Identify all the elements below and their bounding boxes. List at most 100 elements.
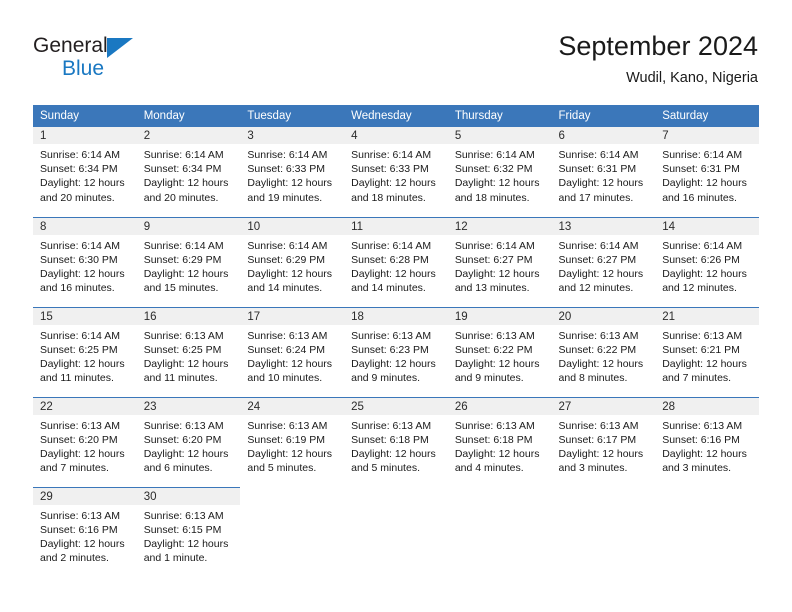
- day-cell[interactable]: 6 Sunrise: 6:14 AM Sunset: 6:31 PM Dayli…: [551, 127, 656, 217]
- sunset-text: Sunset: 6:29 PM: [247, 253, 326, 266]
- day-cell[interactable]: 2 Sunrise: 6:14 AM Sunset: 6:34 PM Dayli…: [136, 127, 241, 217]
- day-details: Sunrise: 6:14 AM Sunset: 6:28 PM Dayligh…: [344, 235, 448, 296]
- day-cell[interactable]: 19 Sunrise: 6:13 AM Sunset: 6:22 PM Dayl…: [447, 306, 552, 397]
- day-details: Sunrise: 6:13 AM Sunset: 6:16 PM Dayligh…: [33, 505, 137, 566]
- day-number: 17: [240, 307, 345, 325]
- day-number: 22: [33, 397, 137, 415]
- day-details: Sunrise: 6:13 AM Sunset: 6:18 PM Dayligh…: [344, 415, 448, 476]
- sunset-text: Sunset: 6:31 PM: [558, 163, 637, 176]
- day-details: Sunrise: 6:13 AM Sunset: 6:25 PM Dayligh…: [137, 325, 241, 386]
- sunset-text: Sunset: 6:31 PM: [662, 163, 740, 176]
- day-cell[interactable]: 5 Sunrise: 6:14 AM Sunset: 6:32 PM Dayli…: [447, 127, 552, 217]
- day-details: Sunrise: 6:13 AM Sunset: 6:24 PM Dayligh…: [240, 325, 344, 386]
- logo-triangle-icon: [107, 38, 133, 58]
- daylight-text: Daylight: 12 hours and 10 minutes.: [247, 357, 333, 385]
- sunrise-text: Sunrise: 6:14 AM: [454, 149, 535, 161]
- sunset-text: Sunset: 6:16 PM: [40, 523, 118, 536]
- day-cell[interactable]: 14 Sunrise: 6:14 AM Sunset: 6:26 PM Dayl…: [655, 216, 759, 307]
- sunrise-text: Sunrise: 6:13 AM: [662, 419, 743, 432]
- sunset-text: Sunset: 6:34 PM: [143, 163, 222, 176]
- day-number: 1: [33, 127, 137, 144]
- sunrise-text: Sunrise: 6:14 AM: [662, 149, 743, 161]
- daylight-text: Daylight: 12 hours and 11 minutes.: [40, 357, 125, 385]
- day-cell[interactable]: 26 Sunrise: 6:13 AM Sunset: 6:18 PM Dayl…: [447, 396, 552, 487]
- daylight-text: Daylight: 12 hours and 17 minutes.: [558, 177, 644, 204]
- sunrise-text: Sunrise: 6:14 AM: [351, 149, 432, 161]
- day-cell[interactable]: 12 Sunrise: 6:14 AM Sunset: 6:27 PM Dayl…: [447, 216, 552, 307]
- sunrise-text: Sunrise: 6:14 AM: [558, 149, 639, 161]
- day-cell[interactable]: 21 Sunrise: 6:13 AM Sunset: 6:21 PM Dayl…: [655, 306, 759, 397]
- day-details: Sunrise: 6:13 AM Sunset: 6:20 PM Dayligh…: [33, 415, 137, 476]
- day-number: 27: [551, 397, 656, 415]
- sunrise-text: Sunrise: 6:13 AM: [40, 509, 120, 522]
- weekday-header-wednesday: Wednesday: [344, 105, 448, 127]
- sunset-text: Sunset: 6:25 PM: [143, 343, 222, 356]
- day-cell[interactable]: 25 Sunrise: 6:13 AM Sunset: 6:18 PM Dayl…: [344, 396, 448, 487]
- day-cell[interactable]: 18 Sunrise: 6:13 AM Sunset: 6:23 PM Dayl…: [344, 306, 448, 397]
- day-cell[interactable]: 29 Sunrise: 6:13 AM Sunset: 6:16 PM Dayl…: [33, 486, 137, 577]
- day-number: 9: [136, 217, 241, 235]
- day-cell[interactable]: 22 Sunrise: 6:13 AM Sunset: 6:20 PM Dayl…: [33, 396, 137, 487]
- sunrise-text: Sunrise: 6:13 AM: [143, 329, 224, 342]
- daylight-text: Daylight: 12 hours and 4 minutes.: [454, 447, 540, 475]
- day-cell[interactable]: 10 Sunrise: 6:14 AM Sunset: 6:29 PM Dayl…: [240, 216, 345, 307]
- calendar-week-row: 8 Sunrise: 6:14 AM Sunset: 6:30 PM Dayli…: [33, 216, 759, 307]
- day-cell[interactable]: 30 Sunrise: 6:13 AM Sunset: 6:15 PM Dayl…: [136, 486, 241, 577]
- weekday-header-monday: Monday: [136, 105, 241, 127]
- sunrise-text: Sunrise: 6:14 AM: [351, 239, 432, 252]
- sunrise-text: Sunrise: 6:14 AM: [40, 149, 120, 161]
- logo-text-general: General: [33, 34, 108, 57]
- day-number: 21: [655, 307, 759, 325]
- calendar-grid: Sunday Monday Tuesday Wednesday Thursday…: [33, 105, 759, 577]
- day-cell[interactable]: 24 Sunrise: 6:13 AM Sunset: 6:19 PM Dayl…: [240, 396, 345, 487]
- day-cell[interactable]: 4 Sunrise: 6:14 AM Sunset: 6:33 PM Dayli…: [344, 127, 448, 217]
- day-details: Sunrise: 6:14 AM Sunset: 6:33 PM Dayligh…: [240, 144, 344, 205]
- sunset-text: Sunset: 6:22 PM: [454, 343, 533, 356]
- page-title: September 2024: [558, 31, 758, 61]
- day-cell[interactable]: 27 Sunrise: 6:13 AM Sunset: 6:17 PM Dayl…: [551, 396, 656, 487]
- day-cell[interactable]: 23 Sunrise: 6:13 AM Sunset: 6:20 PM Dayl…: [136, 396, 241, 487]
- day-cell[interactable]: 8 Sunrise: 6:14 AM Sunset: 6:30 PM Dayli…: [33, 216, 137, 307]
- sunset-text: Sunset: 6:32 PM: [454, 163, 533, 176]
- day-cell[interactable]: 28 Sunrise: 6:13 AM Sunset: 6:16 PM Dayl…: [655, 396, 759, 487]
- generalblue-logo[interactable]: General Blue: [33, 34, 213, 86]
- day-number: 7: [655, 127, 759, 144]
- day-number: 28: [655, 397, 759, 415]
- day-cell[interactable]: 9 Sunrise: 6:14 AM Sunset: 6:29 PM Dayli…: [136, 216, 241, 307]
- sunset-text: Sunset: 6:29 PM: [143, 253, 222, 266]
- day-cell[interactable]: 7 Sunrise: 6:14 AM Sunset: 6:31 PM Dayli…: [655, 127, 759, 217]
- day-cell[interactable]: 15 Sunrise: 6:14 AM Sunset: 6:25 PM Dayl…: [33, 306, 137, 397]
- day-cell-empty: [344, 487, 448, 577]
- daylight-text: Daylight: 12 hours and 12 minutes.: [662, 267, 747, 295]
- sunrise-text: Sunrise: 6:13 AM: [454, 329, 535, 342]
- sunset-text: Sunset: 6:20 PM: [40, 433, 118, 446]
- sunrise-text: Sunrise: 6:14 AM: [40, 239, 120, 252]
- sunset-text: Sunset: 6:22 PM: [558, 343, 637, 356]
- day-details: Sunrise: 6:14 AM Sunset: 6:31 PM Dayligh…: [655, 144, 759, 205]
- daylight-text: Daylight: 12 hours and 6 minutes.: [143, 447, 229, 475]
- day-details: Sunrise: 6:14 AM Sunset: 6:31 PM Dayligh…: [552, 144, 656, 205]
- day-cell[interactable]: 17 Sunrise: 6:13 AM Sunset: 6:24 PM Dayl…: [240, 306, 345, 397]
- day-number: [655, 487, 759, 504]
- sunset-text: Sunset: 6:33 PM: [351, 163, 429, 176]
- day-cell[interactable]: 3 Sunrise: 6:14 AM Sunset: 6:33 PM Dayli…: [240, 127, 345, 217]
- sunset-text: Sunset: 6:27 PM: [558, 253, 637, 266]
- day-details: Sunrise: 6:14 AM Sunset: 6:27 PM Dayligh…: [552, 235, 656, 296]
- calendar-body: 1 Sunrise: 6:14 AM Sunset: 6:34 PM Dayli…: [33, 127, 759, 577]
- day-cell[interactable]: 11 Sunrise: 6:14 AM Sunset: 6:28 PM Dayl…: [344, 216, 448, 307]
- day-cell[interactable]: 13 Sunrise: 6:14 AM Sunset: 6:27 PM Dayl…: [551, 216, 656, 307]
- daylight-text: Daylight: 12 hours and 9 minutes.: [454, 357, 540, 385]
- day-number: 4: [344, 127, 448, 144]
- sunrise-text: Sunrise: 6:14 AM: [40, 329, 120, 342]
- weekday-header-friday: Friday: [551, 105, 656, 127]
- day-details: Sunrise: 6:13 AM Sunset: 6:16 PM Dayligh…: [655, 415, 759, 476]
- day-details: Sunrise: 6:14 AM Sunset: 6:34 PM Dayligh…: [137, 144, 241, 205]
- day-cell[interactable]: 20 Sunrise: 6:13 AM Sunset: 6:22 PM Dayl…: [551, 306, 656, 397]
- day-details: Sunrise: 6:13 AM Sunset: 6:15 PM Dayligh…: [137, 505, 241, 566]
- day-cell[interactable]: 16 Sunrise: 6:13 AM Sunset: 6:25 PM Dayl…: [136, 306, 241, 397]
- day-cell[interactable]: 1 Sunrise: 6:14 AM Sunset: 6:34 PM Dayli…: [33, 127, 137, 217]
- daylight-text: Daylight: 12 hours and 16 minutes.: [662, 177, 747, 204]
- sunset-text: Sunset: 6:25 PM: [40, 343, 118, 356]
- sunset-text: Sunset: 6:28 PM: [351, 253, 429, 266]
- daylight-text: Daylight: 12 hours and 20 minutes.: [40, 177, 125, 204]
